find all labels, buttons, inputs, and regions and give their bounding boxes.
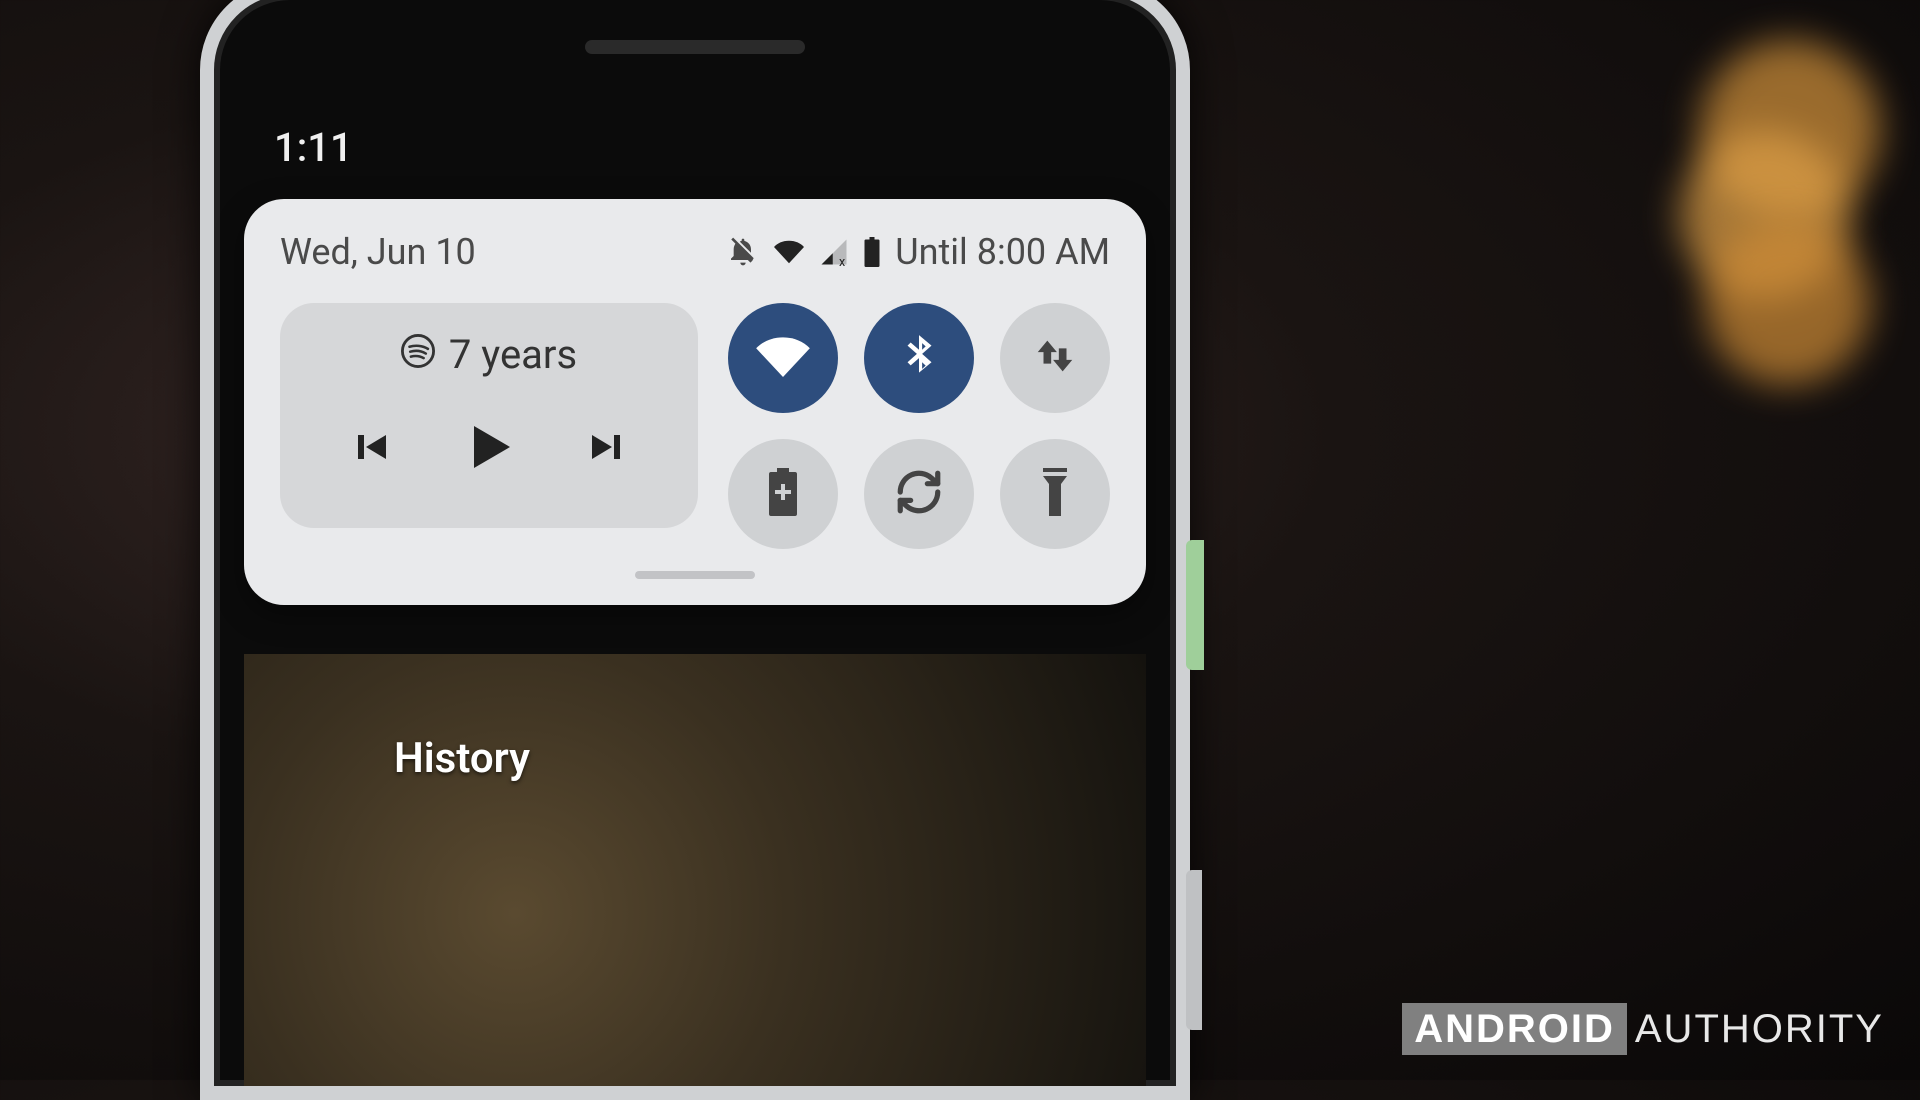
bokeh-light bbox=[1705, 220, 1870, 385]
battery-plus-icon bbox=[765, 468, 801, 520]
homescreen-history-label: History bbox=[394, 734, 530, 783]
wifi-status-icon bbox=[773, 237, 805, 267]
tile-bluetooth[interactable] bbox=[864, 303, 974, 413]
watermark: ANDROIDAUTHORITY bbox=[1402, 1007, 1884, 1052]
media-next-button[interactable] bbox=[563, 402, 653, 492]
dnd-off-icon bbox=[727, 236, 759, 268]
tile-wifi[interactable] bbox=[728, 303, 838, 413]
wallpaper bbox=[244, 654, 1146, 1086]
quick-settings-tiles bbox=[728, 303, 1110, 549]
panel-header: Wed, Jun 10 x Until 8:00 AM bbox=[280, 231, 1110, 273]
status-bar: 1:11 bbox=[274, 124, 1116, 171]
phone-volume-button bbox=[1186, 870, 1202, 1030]
tile-auto-rotate[interactable] bbox=[864, 439, 974, 549]
media-previous-button[interactable] bbox=[325, 402, 415, 492]
bluetooth-icon bbox=[894, 331, 944, 385]
svg-text:x: x bbox=[839, 255, 845, 267]
flashlight-icon bbox=[1039, 468, 1071, 520]
tile-battery-saver[interactable] bbox=[728, 439, 838, 549]
phone-frame: 1:11 Wed, Jun 10 x Until 8:00 AM bbox=[200, 0, 1190, 1100]
tile-flashlight[interactable] bbox=[1000, 439, 1110, 549]
date-label: Wed, Jun 10 bbox=[280, 231, 476, 273]
signal-status-icon: x bbox=[819, 237, 849, 267]
tile-mobile-data[interactable] bbox=[1000, 303, 1110, 413]
media-play-button[interactable] bbox=[444, 402, 534, 492]
media-player-card[interactable]: 7 years bbox=[280, 303, 698, 528]
phone-power-button bbox=[1186, 540, 1204, 670]
wifi-icon bbox=[755, 328, 811, 388]
media-track-title: 7 years bbox=[449, 331, 577, 378]
spotify-icon bbox=[401, 331, 435, 378]
rotate-icon bbox=[894, 467, 944, 521]
watermark-brand-rest: AUTHORITY bbox=[1635, 1007, 1884, 1051]
watermark-brand-box: ANDROID bbox=[1402, 1003, 1627, 1055]
data-arrows-icon bbox=[1032, 333, 1078, 383]
battery-status-icon bbox=[863, 237, 881, 267]
dnd-until-label: Until 8:00 AM bbox=[895, 231, 1110, 273]
panel-drag-handle[interactable] bbox=[635, 571, 755, 579]
clock-time: 1:11 bbox=[274, 124, 353, 171]
quick-settings-panel[interactable]: Wed, Jun 10 x Until 8:00 AM bbox=[244, 199, 1146, 605]
